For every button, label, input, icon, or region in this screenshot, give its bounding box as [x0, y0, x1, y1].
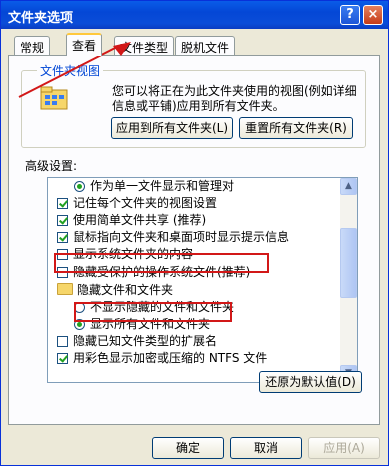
checkbox[interactable]	[57, 336, 68, 347]
advanced-setting-item[interactable]: 鼠标指向文件夹和桌面项时显示提示信息	[57, 229, 289, 246]
advanced-setting-label: 隐藏文件和文件夹	[77, 283, 174, 297]
advanced-setting-item[interactable]: 隐藏文件和文件夹	[57, 282, 173, 299]
advanced-setting-item[interactable]: 使用简单文件共享 (推荐)	[57, 212, 206, 229]
ok-button[interactable]: 确定	[152, 437, 224, 459]
advanced-setting-label: 记住每个文件夹的视图设置	[73, 196, 218, 210]
advanced-setting-label: 使用简单文件共享 (推荐)	[73, 213, 207, 227]
advanced-setting-label: 用彩色显示加密或压缩的 NTFS 文件	[73, 351, 268, 365]
restore-defaults-button[interactable]: 还原为默认值(D)	[259, 371, 362, 393]
advanced-setting-label: 作为单一文件显示和管理对	[90, 179, 235, 193]
title-bar[interactable]: 文件夹选项 ? ×	[1, 1, 388, 29]
scroll-thumb[interactable]	[340, 228, 357, 298]
advanced-setting-label: 隐藏已知文件类型的扩展名	[73, 334, 218, 348]
advanced-settings-label: 高级设置:	[25, 159, 78, 173]
apply-to-all-folders-button[interactable]: 应用到所有文件夹(L)	[111, 117, 233, 139]
folder-view-icon	[40, 86, 68, 110]
reset-all-folders-button[interactable]: 重置所有文件夹(R)	[239, 117, 353, 139]
close-button[interactable]: ×	[363, 5, 383, 25]
advanced-settings-scrollbar[interactable]: ▲ ▼	[340, 178, 357, 382]
annotation-arrowhead	[113, 42, 131, 56]
advanced-settings-list[interactable]: 作为单一文件显示和管理对记住每个文件夹的视图设置 使用简单文件共享 (推荐) 鼠标指…	[47, 177, 358, 383]
cancel-button[interactable]: 取消	[230, 437, 302, 459]
checkbox[interactable]	[57, 232, 68, 243]
tab-general[interactable]: 常规	[14, 36, 51, 55]
tab-view[interactable]: 查看	[66, 33, 103, 56]
advanced-setting-item[interactable]: 作为单一文件显示和管理对	[74, 178, 234, 195]
tab-offline-files[interactable]: 脱机文件	[175, 36, 236, 55]
checkbox[interactable]	[57, 198, 68, 209]
advanced-setting-label: 鼠标指向文件夹和桌面项时显示提示信息	[73, 230, 290, 244]
folder-views-description: 您可以将正在为此文件夹使用的视图(例如详细信息或平铺)应用到所有文件夹。	[112, 84, 357, 113]
apply-button[interactable]: 应用(A)	[308, 437, 380, 459]
scroll-up-button[interactable]: ▲	[340, 178, 357, 195]
highlight-show-all-files	[74, 302, 232, 322]
radio-button[interactable]	[74, 181, 85, 192]
folder-options-dialog: 文件夹选项 ? × 常规 查看 文件类型 脱机文件 文件夹视图 您可以将正在为此…	[0, 0, 389, 466]
checkbox[interactable]	[57, 215, 68, 226]
folder-icon	[57, 283, 73, 295]
highlight-hide-protected-files	[54, 253, 269, 273]
advanced-setting-item[interactable]: 隐藏已知文件类型的扩展名	[57, 333, 217, 350]
checkbox[interactable]	[57, 353, 68, 364]
help-button[interactable]: ?	[340, 5, 360, 25]
window-title: 文件夹选项	[8, 11, 74, 26]
advanced-setting-item[interactable]: 记住每个文件夹的视图设置	[57, 195, 217, 212]
advanced-setting-item[interactable]: 用彩色显示加密或压缩的 NTFS 文件	[57, 350, 267, 367]
